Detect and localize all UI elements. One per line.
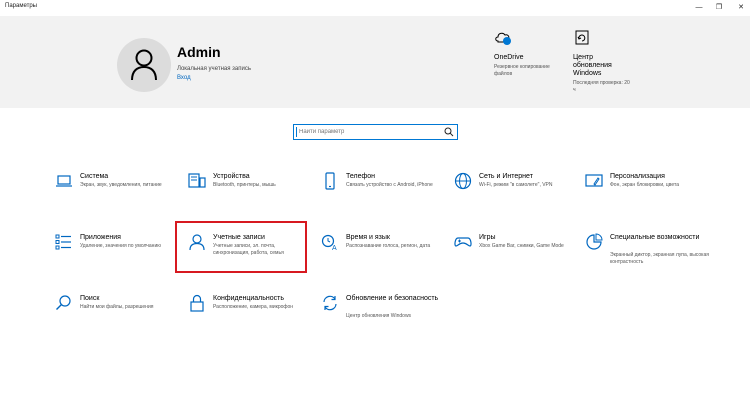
lock-icon	[190, 294, 204, 312]
category-desc: Экранный диктор, экранная лупа, высокая …	[610, 252, 709, 265]
category-name: Обновление и безопасность	[346, 295, 439, 302]
windows-update-icon	[575, 30, 589, 45]
search-input[interactable]	[299, 126, 439, 138]
onedrive-title: OneDrive	[494, 54, 524, 61]
category-desc: Связать устройство с Android, iPhone	[346, 182, 433, 188]
category-name: Персонализация	[610, 173, 665, 180]
window-title: Параметры	[5, 3, 37, 9]
category-phone[interactable]: Телефон Связать устройство с Android, iP…	[321, 172, 446, 217]
globe-icon	[454, 172, 472, 190]
category-name: Телефон	[346, 173, 376, 180]
category-desc: Фон, экран блокировки, цвета	[610, 182, 680, 188]
account-type: Локальная учетная запись	[177, 66, 251, 72]
user-name: Admin	[177, 44, 221, 60]
category-desc: Wi-Fi, режим "в самолете", VPN	[479, 182, 553, 188]
laptop-icon	[56, 175, 72, 187]
title-bar: Параметры — ❐ ✕	[0, 0, 750, 16]
apps-icon	[55, 234, 71, 250]
close-button[interactable]: ✕	[735, 2, 747, 13]
onedrive-icon	[495, 32, 511, 45]
search-icon[interactable]	[444, 127, 454, 137]
category-name: Система	[80, 173, 109, 180]
category-name: Поиск	[80, 295, 100, 302]
category-desc: Bluetooth, принтеры, мышь	[213, 182, 276, 188]
category-desc: Центр обновления Windows	[346, 313, 412, 319]
gamepad-icon	[454, 237, 472, 247]
category-name: Конфиденциальность	[213, 295, 285, 302]
settings-search[interactable]	[293, 124, 458, 140]
category-desc: Найти мои файлы, разрешения	[80, 304, 154, 310]
category-desc: Экран, звук, уведомления, питание	[80, 182, 162, 188]
devices-icon	[188, 173, 206, 188]
category-name: Время и язык	[346, 234, 390, 241]
user-icon	[131, 49, 157, 81]
category-desc: Удаление, значения по умолчанию	[80, 243, 161, 249]
category-search[interactable]: Поиск Найти мои файлы, разрешения	[55, 294, 180, 339]
category-network[interactable]: Сеть и Интернет Wi-Fi, режим "в самолете…	[454, 172, 579, 217]
login-link[interactable]: Вход	[177, 75, 191, 81]
category-desc: Xbox Game Bar, снимки, Game Mode	[479, 243, 564, 249]
category-privacy[interactable]: Конфиденциальность Расположение, камера,…	[188, 294, 313, 339]
category-name: Устройства	[213, 173, 250, 180]
personalization-icon	[585, 174, 603, 187]
category-time-language[interactable]: A Время и язык Распознавание голоса, рег…	[321, 233, 446, 278]
category-name: Специальные возможности	[610, 234, 700, 241]
category-name: Игры	[479, 234, 496, 241]
time-language-icon: A	[321, 234, 337, 251]
category-apps[interactable]: Приложения Удаление, значения по умолчан…	[55, 233, 180, 278]
category-update-security[interactable]: Обновление и безопасность Центр обновлен…	[321, 294, 446, 339]
minimize-button[interactable]: —	[693, 2, 705, 13]
windows-update-title: Центр обновления Windows	[573, 54, 612, 77]
category-system[interactable]: Система Экран, звук, уведомления, питани…	[55, 172, 180, 217]
phone-icon	[325, 172, 335, 190]
category-gaming[interactable]: Игры Xbox Game Bar, снимки, Game Mode	[454, 233, 579, 278]
update-icon	[323, 295, 337, 311]
category-accessibility[interactable]: Специальные возможности Экранный диктор,…	[585, 233, 710, 278]
category-desc: Расположение, камера, микрофон	[213, 304, 294, 310]
search-icon	[56, 295, 71, 310]
accessibility-icon	[586, 233, 603, 250]
category-name: Сеть и Интернет	[479, 173, 533, 180]
account-header: Admin Локальная учетная запись Вход OneD…	[0, 16, 750, 108]
onedrive-desc: Резервное копирование файлов	[494, 64, 550, 77]
windows-update-desc: Последняя проверка: 20 ч	[573, 80, 630, 93]
category-devices[interactable]: Устройства Bluetooth, принтеры, мышь	[188, 172, 313, 217]
svg-text:A: A	[332, 245, 337, 251]
avatar[interactable]	[117, 38, 171, 92]
maximize-button[interactable]: ❐	[713, 2, 725, 13]
category-personalization[interactable]: Персонализация Фон, экран блокировки, цв…	[585, 172, 710, 217]
selection-highlight	[175, 221, 307, 273]
category-desc: Распознавание голоса, регион, дата	[346, 243, 431, 249]
category-name: Приложения	[80, 234, 121, 241]
